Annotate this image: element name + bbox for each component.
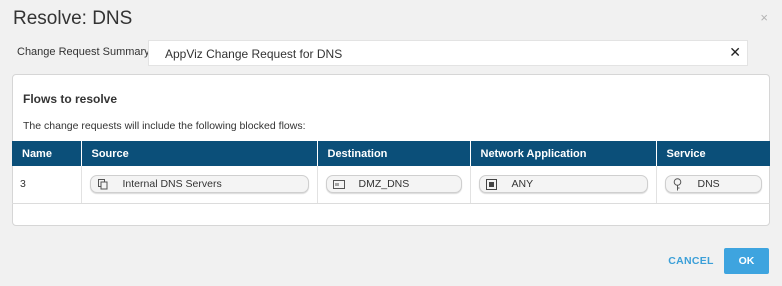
- close-icon[interactable]: ×: [760, 10, 768, 25]
- clear-icon[interactable]: ✕: [729, 44, 741, 61]
- summary-label: Change Request Summary:: [17, 46, 153, 58]
- column-header-name[interactable]: Name: [12, 141, 82, 166]
- summary-value[interactable]: AppViz Change Request for DNS: [165, 47, 342, 61]
- table-header-row: Name Source Destination Network Applicat…: [12, 141, 770, 166]
- copy-icon: [97, 178, 109, 190]
- destination-cell: DMZ_DNS: [317, 166, 471, 204]
- flows-heading: Flows to resolve: [23, 92, 118, 106]
- column-header-service[interactable]: Service: [656, 141, 770, 166]
- flows-description: The change requests will include the fol…: [23, 120, 306, 132]
- resolve-dialog: Resolve: DNS × Change Request Summary: A…: [0, 0, 782, 286]
- column-header-network-application[interactable]: Network Application: [470, 141, 657, 166]
- network-application-label: ANY: [511, 178, 534, 191]
- cancel-button[interactable]: CANCEL: [664, 249, 718, 273]
- column-header-source[interactable]: Source: [81, 141, 318, 166]
- column-header-destination[interactable]: Destination: [317, 141, 471, 166]
- service-label: DNS: [697, 178, 720, 191]
- destination-pill[interactable]: DMZ_DNS: [325, 175, 462, 194]
- application-icon: [486, 178, 498, 190]
- table-row: 3 Internal DNS Servers DMZ_DNS ANY DNS: [12, 166, 770, 204]
- destination-label: DMZ_DNS: [358, 178, 410, 191]
- flow-name-cell: 3: [12, 166, 82, 204]
- dialog-title: Resolve: DNS: [13, 8, 133, 29]
- network-object-icon: [332, 178, 345, 190]
- flows-table: Name Source Destination Network Applicat…: [12, 141, 770, 204]
- summary-input[interactable]: AppViz Change Request for DNS ✕: [148, 40, 748, 66]
- network-application-cell: ANY: [470, 166, 657, 204]
- ok-button[interactable]: OK: [724, 248, 769, 274]
- service-cell: DNS: [656, 166, 770, 204]
- source-cell: Internal DNS Servers: [81, 166, 318, 204]
- network-application-pill[interactable]: ANY: [478, 175, 648, 194]
- source-label: Internal DNS Servers: [122, 178, 222, 191]
- service-icon: [672, 177, 684, 191]
- flows-panel: Flows to resolve The change requests wil…: [12, 74, 770, 226]
- source-pill[interactable]: Internal DNS Servers: [89, 175, 309, 194]
- service-pill[interactable]: DNS: [664, 175, 762, 194]
